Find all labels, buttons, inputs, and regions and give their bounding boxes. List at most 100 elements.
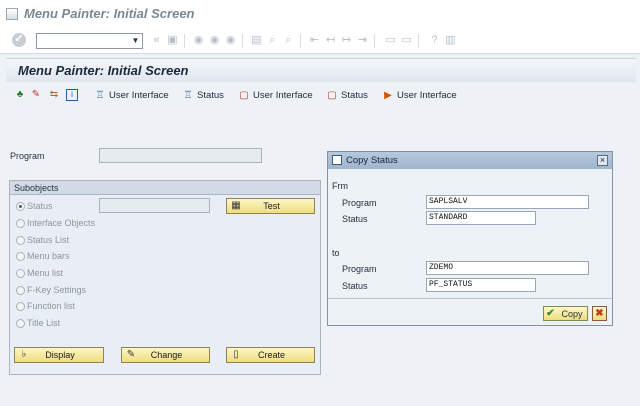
page-title: Menu Painter: Initial Screen (18, 63, 189, 78)
display-button[interactable]: ♭ Display (14, 347, 104, 363)
from-program-label: Program (342, 198, 377, 208)
radio-button[interactable] (16, 251, 25, 261)
hierarchy-status-button[interactable]: ♖ Status (182, 88, 224, 103)
back-icon[interactable]: ◉ (192, 34, 205, 47)
first-page-icon[interactable]: ⇤ (308, 34, 321, 47)
radio-label: Menu bars (27, 251, 70, 261)
object-list-icon[interactable]: ♣ (14, 89, 26, 101)
radio-status-list[interactable]: Status List (16, 235, 69, 245)
from-status-label: Status (342, 214, 368, 224)
radio-button[interactable] (16, 201, 25, 211)
to-section-label: to (332, 248, 340, 258)
dialog-icon (332, 155, 342, 165)
next-page-icon[interactable]: ↦ (340, 34, 353, 47)
to-program-label: Program (342, 264, 377, 274)
separator (242, 34, 243, 48)
separator (374, 34, 375, 48)
test-icon: ▦ (231, 200, 241, 211)
button-label: User Interface (397, 90, 457, 101)
copy-button[interactable]: ✔ Copy (543, 306, 588, 321)
radio-interface-objects[interactable]: Interface Objects (16, 218, 95, 228)
divider (328, 298, 612, 299)
application-toolbar: ♣ ✎ ⇆ i ♖ User Interface ♖ Status ▢ User… (6, 85, 636, 106)
radio-label: Title List (27, 318, 61, 328)
radio-button[interactable] (16, 285, 25, 295)
pencil-icon: ✎ (126, 349, 136, 360)
find-icon[interactable]: ⌕ (266, 34, 279, 47)
copy-object-icon: ▢ (327, 89, 337, 101)
copy-object-icon: ▢ (239, 89, 249, 101)
print-icon[interactable]: ▤ (250, 34, 263, 47)
copy-status-dialog: Copy Status × Frm Program SAPLSALV Statu… (327, 151, 613, 326)
button-label: Copy (561, 308, 583, 319)
save-icon[interactable]: ▣ (166, 34, 179, 47)
find-next-icon[interactable]: ⌕ (282, 34, 295, 47)
enter-icon[interactable]: ✓ (12, 33, 26, 47)
button-label: Change (150, 350, 183, 360)
standard-toolbar: ✓ ▼ « ▣ ◉ ◉ ◉ ▤ ⌕ ⌕ ⇤ ↤ ↦ ⇥ ▭ ▭ ? ▥ (0, 28, 640, 54)
change-button[interactable]: ✎ Change (121, 347, 210, 363)
command-field[interactable]: ▼ (36, 33, 143, 49)
button-label: Status (341, 90, 368, 101)
cancel-button[interactable]: ✖ (592, 306, 607, 321)
exit-icon[interactable]: ◉ (208, 34, 221, 47)
separator (184, 34, 185, 48)
from-section-label: Frm (332, 181, 348, 191)
copy-status-button[interactable]: ▢ Status (326, 88, 368, 103)
window-title: Menu Painter: Initial Screen (24, 6, 195, 21)
create-button[interactable]: ▯ Create (226, 347, 315, 363)
radio-label: Status List (27, 235, 70, 245)
copy-user-interface-button[interactable]: ▢ User Interface (238, 88, 312, 103)
dialog-header: Copy Status × (328, 152, 612, 169)
from-status-input[interactable]: STANDARD (426, 211, 536, 225)
shortcut-icon[interactable]: ▭ (400, 34, 413, 47)
hierarchy-icon: ♖ (95, 89, 105, 101)
program-label: Program (10, 151, 45, 161)
radio-label: Interface Objects (27, 218, 96, 228)
radio-button[interactable] (16, 301, 25, 311)
where-used-icon[interactable]: ⇆ (48, 89, 60, 101)
cancel-icon[interactable]: ◉ (224, 34, 237, 47)
screen-header: Menu Painter: Initial Screen (6, 58, 636, 82)
separator (300, 34, 301, 48)
to-status-input[interactable]: PF_STATUS (426, 278, 536, 292)
display-icon: ♭ (21, 349, 27, 360)
radio-button[interactable] (16, 268, 25, 278)
program-input[interactable] (99, 148, 262, 163)
radio-button[interactable] (16, 235, 25, 245)
new-document-icon: ▯ (233, 349, 239, 360)
button-label: Test (263, 201, 280, 211)
close-icon[interactable]: × (597, 155, 608, 166)
radio-menu-bars[interactable]: Menu bars (16, 251, 70, 261)
button-label: Display (45, 350, 75, 360)
radio-status[interactable]: Status (16, 201, 53, 211)
last-page-icon[interactable]: ⇥ (356, 34, 369, 47)
radio-function-list[interactable]: Function list (16, 301, 75, 311)
translate-icon: ▶ (384, 89, 392, 101)
info-icon[interactable]: i (66, 89, 78, 101)
app-icon (6, 8, 18, 20)
hierarchy-icon: ♖ (183, 89, 193, 101)
hierarchy-user-interface-button[interactable]: ♖ User Interface (94, 88, 169, 103)
radio-menu-list[interactable]: Menu list (16, 268, 63, 278)
help-icon[interactable]: ? (428, 34, 441, 47)
radio-title-list[interactable]: Title List (16, 318, 60, 328)
status-input[interactable] (99, 198, 210, 213)
radio-fkey-settings[interactable]: F-Key Settings (16, 285, 86, 295)
to-status-label: Status (342, 281, 368, 291)
radio-button[interactable] (16, 318, 25, 328)
radio-label: Status (27, 201, 53, 211)
chevron-down-icon[interactable]: ▼ (131, 36, 140, 46)
layout-icon[interactable]: ▥ (444, 34, 457, 47)
pencil-icon[interactable]: ✎ (30, 89, 42, 101)
from-program-input[interactable]: SAPLSALV (426, 195, 589, 209)
prev-page-icon[interactable]: ↤ (324, 34, 337, 47)
test-button[interactable]: ▦ Test (226, 198, 315, 214)
translate-user-interface-button[interactable]: ▶ User Interface (382, 88, 457, 103)
collapse-icon[interactable]: « (150, 34, 163, 47)
radio-button[interactable] (16, 218, 25, 228)
cancel-icon: ✖ (595, 308, 604, 319)
separator (418, 34, 419, 48)
new-session-icon[interactable]: ▭ (384, 34, 397, 47)
to-program-input[interactable]: ZDEMO (426, 261, 589, 275)
